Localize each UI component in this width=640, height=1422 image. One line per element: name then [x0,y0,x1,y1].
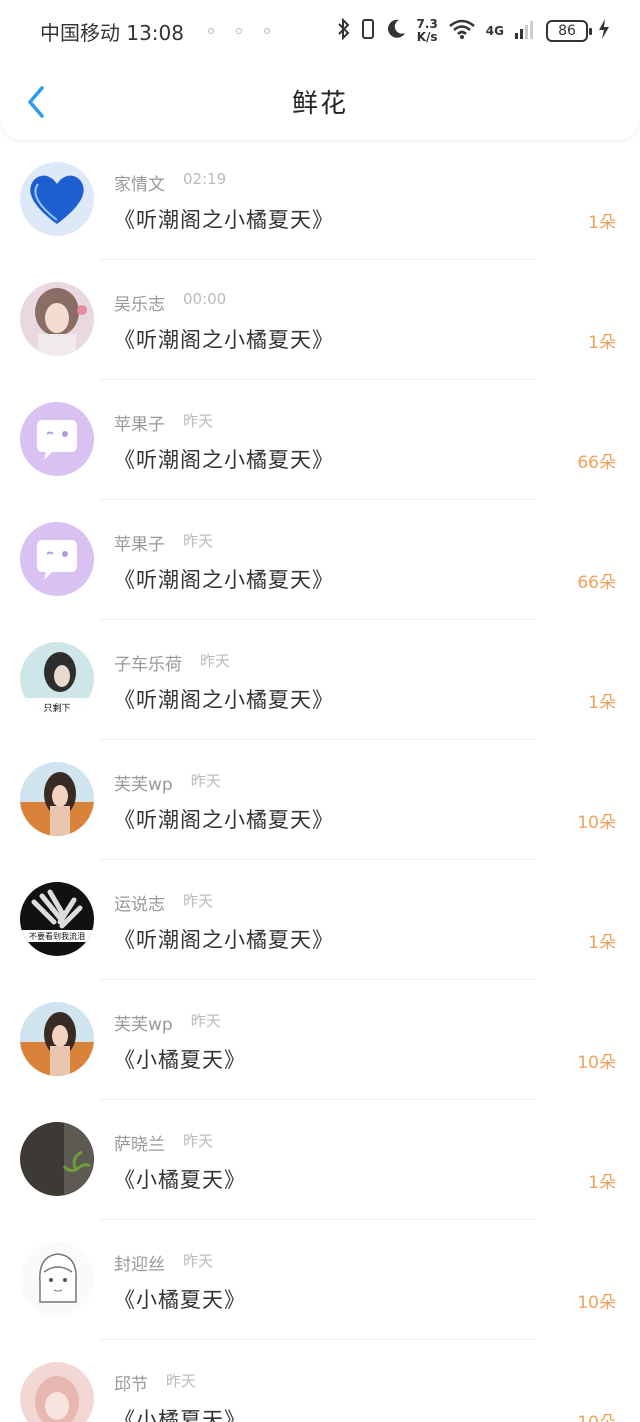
timestamp: 昨天 [183,532,214,550]
flower-count: 1朵 [588,333,616,353]
timestamp: 昨天 [183,412,214,430]
flower-count: 10朵 [577,1293,616,1313]
avatar[interactable] [20,522,94,596]
sender-name[interactable]: 邱节 [114,1370,148,1395]
timestamp: 昨天 [190,1012,221,1030]
flower-count: 1朵 [588,1173,616,1193]
list-item[interactable]: 芙芙wp 昨天 《听潮阁之小橘夏天》 10朵 [0,740,640,860]
list-item[interactable]: 芙芙wp 昨天 《小橘夏天》 10朵 [0,980,640,1100]
timestamp: 昨天 [190,772,221,790]
sender-name[interactable]: 萨晓兰 [114,1130,165,1155]
timestamp: 昨天 [183,1252,214,1270]
notification-dots [208,28,270,34]
list-item[interactable]: 萨晓兰 昨天 《小橘夏天》 1朵 [0,1100,640,1220]
battery-indicator: 86 [546,20,592,42]
moon-icon [385,18,407,45]
net-speed: 7.3 K/s [416,17,438,44]
flower-count: 66朵 [577,573,616,593]
list-item[interactable]: 家情文 02:19 《听潮阁之小橘夏天》 1朵 [0,140,640,260]
list-item[interactable]: 吴乐志 00:00 《听潮阁之小橘夏天》 1朵 [0,260,640,380]
signal-icon [514,18,536,45]
avatar[interactable] [20,1122,94,1196]
avatar[interactable] [20,162,94,236]
vibrate-icon [361,18,375,45]
sender-name[interactable]: 芙芙wp [114,770,173,795]
avatar[interactable]: 不要看到我流泪 [20,882,94,956]
chevron-left-icon [28,86,44,118]
bluetooth-icon [337,17,351,45]
gift-title: 《听潮阁之小橘夏天》 [114,808,334,832]
list-item[interactable]: 邱节 昨天 《小橘夏天》 10朵 [0,1340,640,1422]
gift-title: 《小橘夏天》 [114,1288,246,1312]
flower-count: 1朵 [588,213,616,233]
gift-title: 《听潮阁之小橘夏天》 [114,688,334,712]
gift-title: 《小橘夏天》 [114,1408,246,1422]
flower-count: 10朵 [577,1408,616,1422]
timestamp: 昨天 [166,1372,197,1390]
charging-icon [598,18,610,45]
gift-title: 《听潮阁之小橘夏天》 [114,208,334,232]
gift-title: 《听潮阁之小橘夏天》 [114,448,334,472]
sender-name[interactable]: 苹果子 [114,410,165,435]
carrier-time: 中国移动 13:08 [40,20,184,45]
flower-count: 66朵 [577,453,616,473]
sender-name[interactable]: 子车乐荷 [114,650,182,675]
gift-title: 《听潮阁之小橘夏天》 [114,328,334,352]
list-item[interactable]: 只剩下 子车乐荷 昨天 《听潮阁之小橘夏天》 1朵 [0,620,640,740]
avatar[interactable] [20,282,94,356]
back-button[interactable] [22,84,52,120]
page-title: 鲜花 [291,88,348,119]
gift-title: 《听潮阁之小橘夏天》 [114,568,334,592]
list-item[interactable]: 苹果子 昨天 《听潮阁之小橘夏天》 66朵 [0,380,640,500]
flower-list: 家情文 02:19 《听潮阁之小橘夏天》 1朵 吴乐志 00:00 《听潮阁之小… [0,140,640,1422]
timestamp: 昨天 [183,892,214,910]
avatar-caption: 只剩下 [43,702,70,714]
sender-name[interactable]: 芙芙wp [114,1010,173,1035]
sender-name[interactable]: 运说志 [114,890,165,915]
avatar-caption: 不要看到我流泪 [29,931,85,941]
status-bar: 中国移动 13:08 7.3 K/s 4G 86 [0,0,640,62]
gift-title: 《小橘夏天》 [114,1168,246,1192]
timestamp: 昨天 [183,1132,214,1150]
network-type: 4G [485,24,504,38]
timestamp: 00:00 [183,290,227,308]
sender-name[interactable]: 苹果子 [114,530,165,555]
flower-count: 10朵 [577,1053,616,1073]
flower-count: 10朵 [577,813,616,833]
avatar[interactable] [20,402,94,476]
wifi-icon [448,18,476,45]
avatar[interactable] [20,1362,94,1422]
sender-name[interactable]: 家情文 [114,170,165,195]
list-item[interactable]: 不要看到我流泪 运说志 昨天 《听潮阁之小橘夏天》 1朵 [0,860,640,980]
timestamp: 昨天 [200,652,231,670]
sender-name[interactable]: 吴乐志 [114,290,165,315]
avatar[interactable]: 只剩下 [20,642,94,716]
gift-title: 《小橘夏天》 [114,1048,246,1072]
avatar[interactable] [20,1002,94,1076]
list-item[interactable]: 封迎丝 昨天 《小橘夏天》 10朵 [0,1220,640,1340]
flower-count: 1朵 [588,933,616,953]
timestamp: 02:19 [183,170,227,188]
nav-header: 鲜花 [0,62,640,140]
avatar[interactable] [20,762,94,836]
sender-name[interactable]: 封迎丝 [114,1250,165,1275]
gift-title: 《听潮阁之小橘夏天》 [114,928,334,952]
avatar[interactable] [20,1242,94,1316]
flower-count: 1朵 [588,693,616,713]
list-item[interactable]: 苹果子 昨天 《听潮阁之小橘夏天》 66朵 [0,500,640,620]
